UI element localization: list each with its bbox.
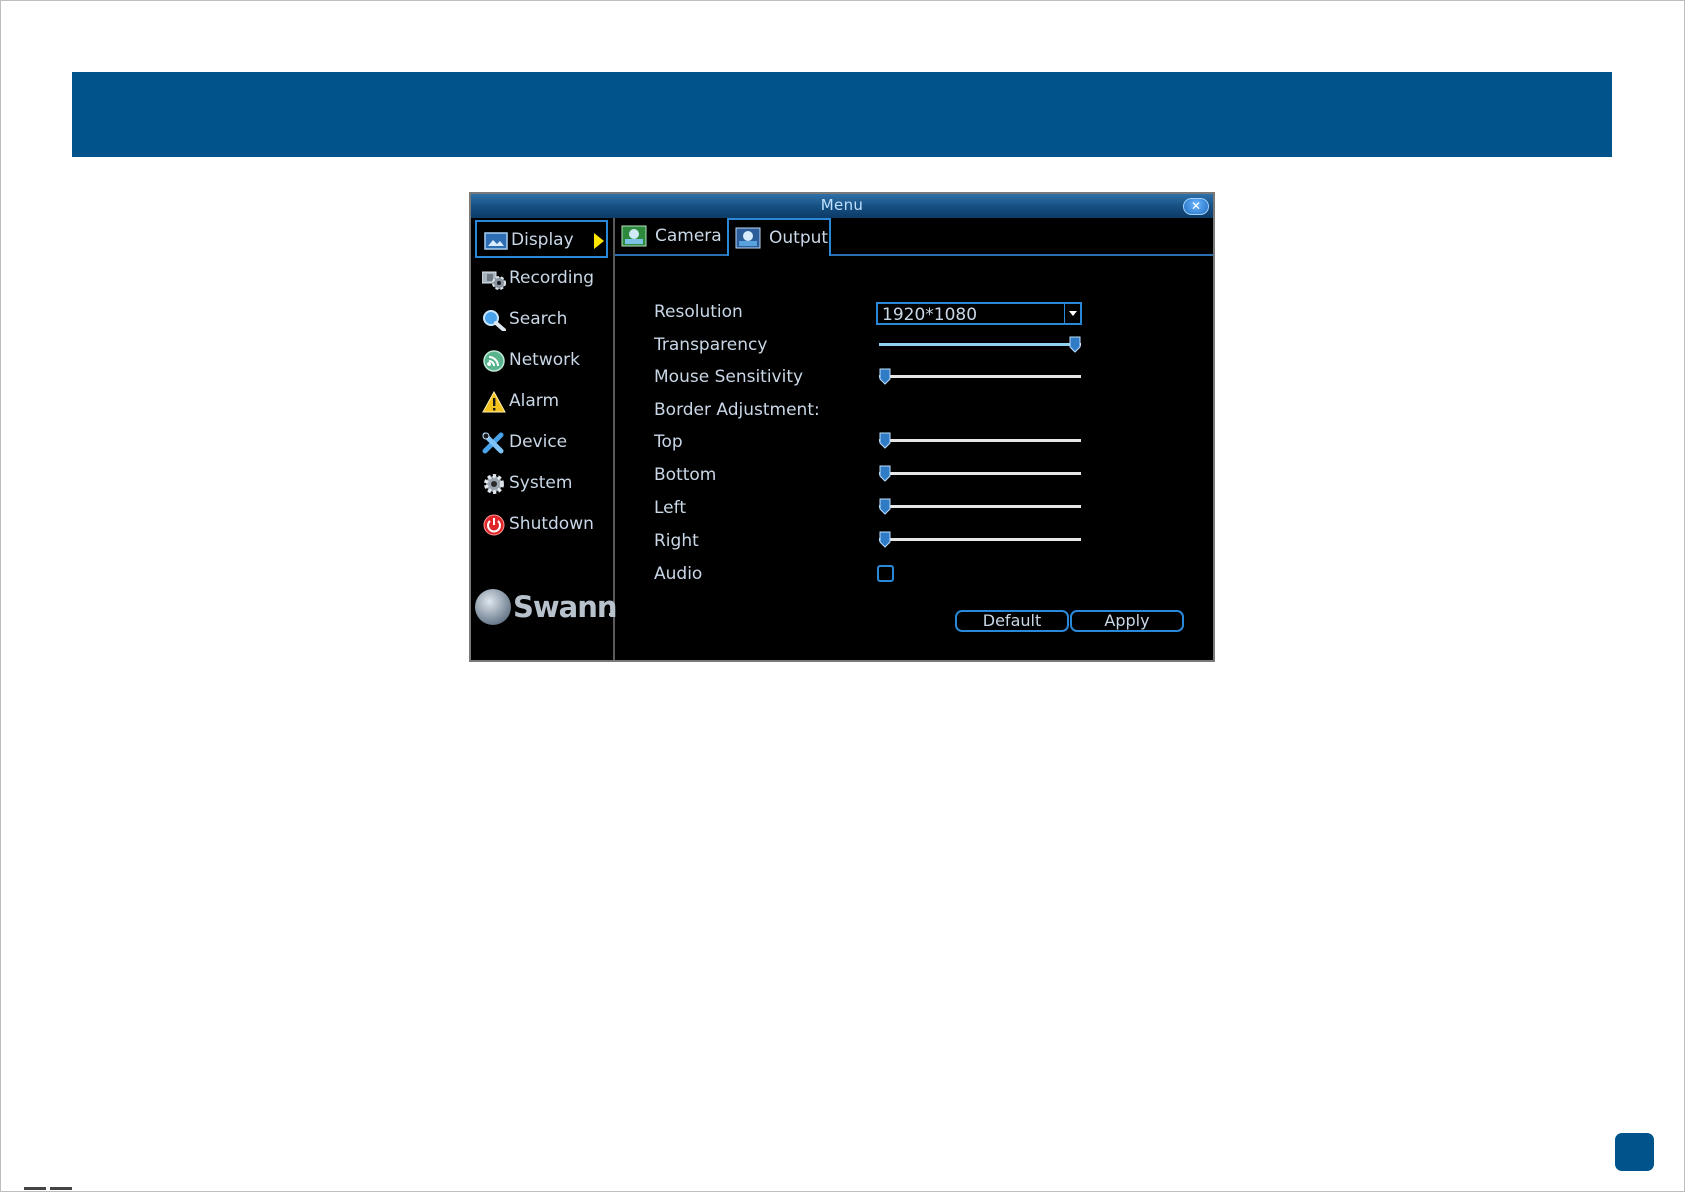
- page-number-badge: [1615, 1133, 1654, 1171]
- header-band: [72, 72, 1612, 157]
- sidebar: Display Recording Search Network Alarm D…: [471, 218, 618, 660]
- search-icon: [483, 310, 506, 331]
- tab-label: Output: [769, 228, 829, 248]
- sidebar-item-recording[interactable]: Recording: [475, 260, 608, 298]
- close-icon[interactable]: ✕: [1183, 198, 1209, 215]
- logo-text: Swann: [513, 590, 618, 624]
- display-icon: [484, 232, 508, 250]
- tab-output[interactable]: Output: [727, 218, 831, 256]
- resolution-label: Resolution: [654, 302, 743, 322]
- content-panel: Camera Output Resolution 1920*1080 Trans…: [615, 218, 1213, 660]
- alarm-icon: [482, 391, 506, 413]
- sidebar-item-label: Network: [509, 350, 580, 370]
- slider-handle[interactable]: [879, 432, 891, 449]
- sidebar-item-system[interactable]: System: [475, 465, 608, 503]
- right-label: Right: [654, 531, 699, 551]
- dvr-menu-window: Menu ✕ Display Recording Search Network …: [469, 192, 1215, 662]
- sidebar-item-label: System: [509, 473, 573, 493]
- active-arrow-icon: [594, 233, 604, 249]
- corner-marks: [24, 1187, 74, 1192]
- camera-tab-icon: [621, 225, 647, 247]
- output-tab-icon: [735, 227, 761, 249]
- slider-handle[interactable]: [1069, 336, 1081, 353]
- left-label: Left: [654, 498, 686, 518]
- system-icon: [484, 474, 504, 494]
- top-slider[interactable]: [879, 432, 1081, 450]
- border-adjustment-label: Border Adjustment:: [654, 400, 820, 420]
- left-slider[interactable]: [879, 498, 1081, 516]
- slider-fill: [879, 343, 1075, 346]
- sidebar-item-alarm[interactable]: Alarm: [475, 383, 608, 421]
- default-button[interactable]: Default: [955, 610, 1069, 632]
- chevron-down-icon[interactable]: [1064, 304, 1080, 323]
- sidebar-item-label: Device: [509, 432, 568, 452]
- sidebar-item-label: Shutdown: [509, 514, 594, 534]
- slider-handle[interactable]: [879, 465, 891, 482]
- sidebar-item-label: Search: [509, 309, 568, 329]
- device-icon: [482, 432, 504, 454]
- swann-logo-icon: [475, 589, 511, 625]
- shutdown-icon: [483, 514, 505, 536]
- tab-camera[interactable]: Camera: [615, 218, 727, 256]
- slider-handle[interactable]: [879, 498, 891, 515]
- audio-checkbox[interactable]: [877, 565, 894, 582]
- slider-handle[interactable]: [879, 531, 891, 548]
- network-icon: [483, 350, 505, 372]
- slider-handle[interactable]: [879, 368, 891, 385]
- apply-button[interactable]: Apply: [1070, 610, 1184, 632]
- transparency-slider[interactable]: [879, 336, 1081, 354]
- sidebar-item-search[interactable]: Search: [475, 301, 608, 339]
- bottom-label: Bottom: [654, 465, 717, 485]
- mouse-sensitivity-label: Mouse Sensitivity: [654, 367, 804, 387]
- resolution-select[interactable]: 1920*1080: [876, 302, 1082, 325]
- top-label: Top: [654, 432, 683, 452]
- transparency-label: Transparency: [654, 335, 768, 355]
- sidebar-item-label: Alarm: [509, 391, 560, 411]
- title-bar: Menu ✕: [471, 194, 1213, 218]
- sidebar-item-label: Recording: [509, 268, 595, 288]
- window-title: Menu: [820, 196, 864, 214]
- right-slider[interactable]: [879, 531, 1081, 549]
- resolution-value: 1920*1080: [882, 305, 978, 325]
- sidebar-item-device[interactable]: Device: [475, 424, 608, 462]
- bottom-slider[interactable]: [879, 465, 1081, 483]
- mouse-sensitivity-slider[interactable]: [879, 368, 1081, 386]
- swann-logo: Swann: [475, 587, 618, 627]
- sidebar-item-label: Display: [511, 230, 574, 250]
- tab-label: Camera: [655, 226, 722, 246]
- sidebar-item-shutdown[interactable]: Shutdown: [475, 506, 608, 544]
- recording-icon: [482, 271, 506, 290]
- sidebar-item-display[interactable]: Display: [475, 220, 608, 258]
- sidebar-item-network[interactable]: Network: [475, 342, 608, 380]
- audio-label: Audio: [654, 564, 703, 584]
